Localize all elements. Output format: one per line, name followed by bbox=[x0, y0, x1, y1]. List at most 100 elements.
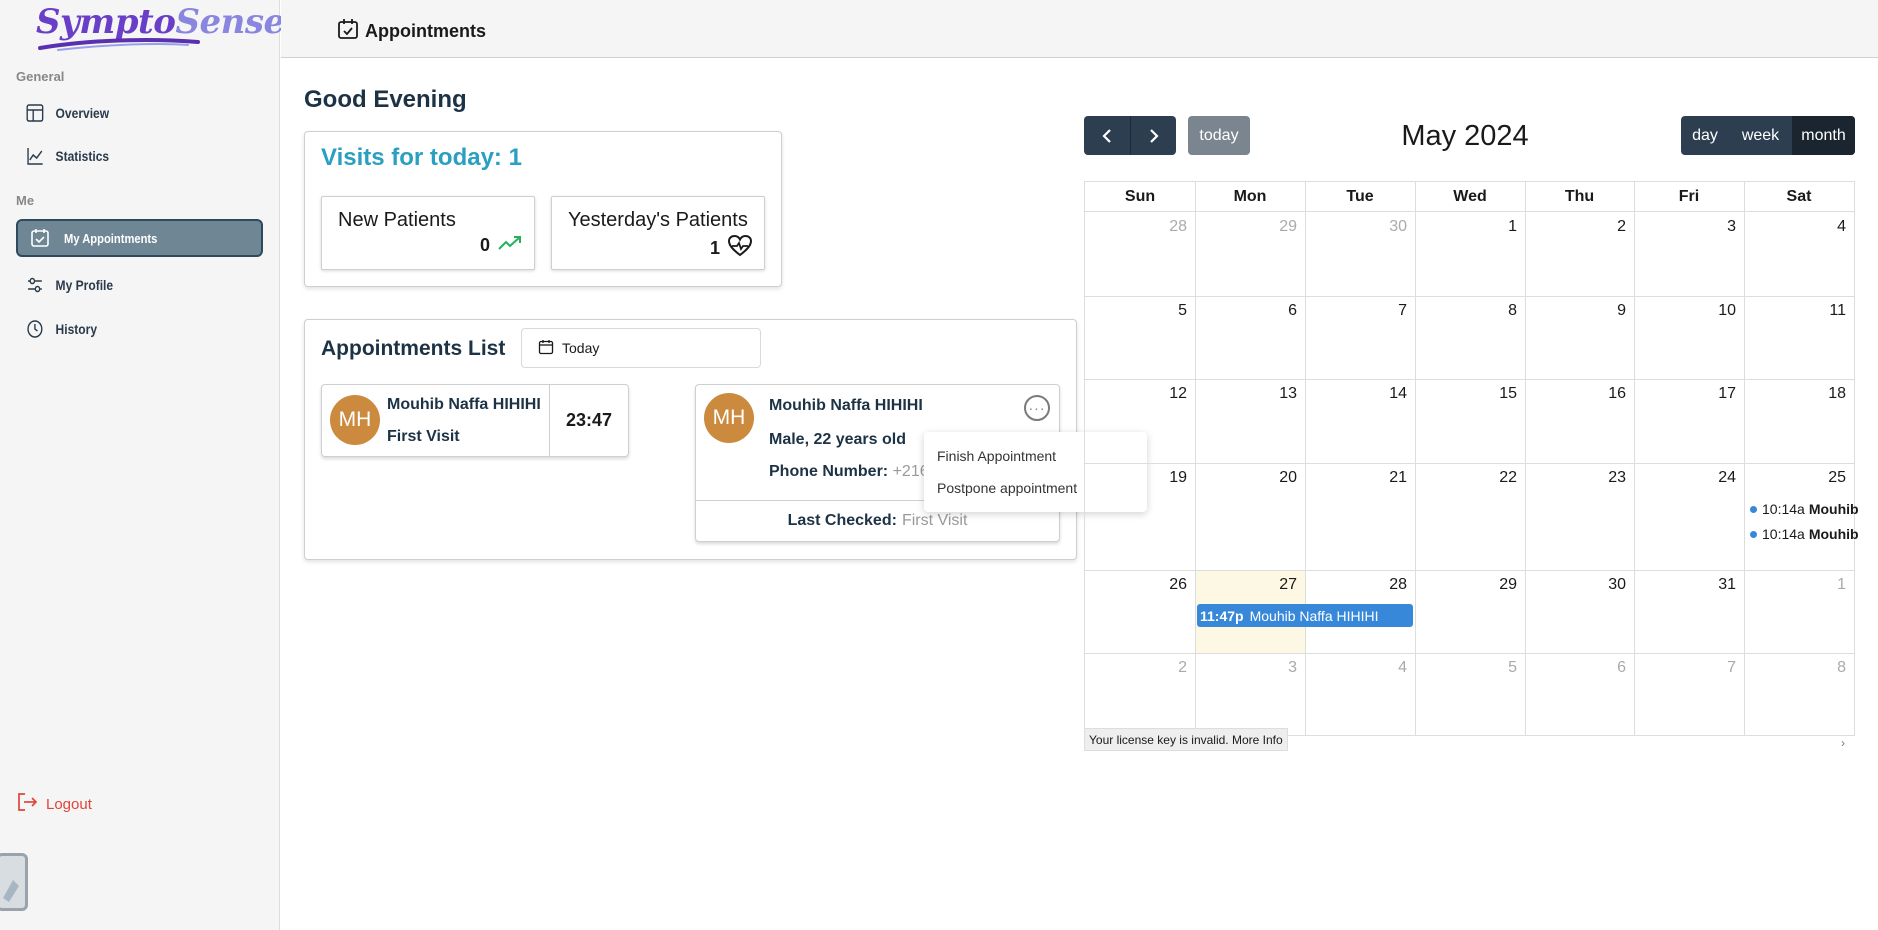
calendar-day[interactable]: 5 bbox=[1477, 659, 1517, 677]
event-title: Mouhib Naffa HIHIHI bbox=[1249, 607, 1379, 624]
heart-pulse-icon bbox=[727, 234, 753, 262]
scroll-right-icon[interactable]: › bbox=[1841, 736, 1845, 750]
sidebar-item-history[interactable]: History bbox=[16, 310, 228, 348]
sidebar-item-label: My Appointments bbox=[64, 230, 158, 246]
calendar-day[interactable]: 1 bbox=[1806, 576, 1846, 594]
calendar-day[interactable]: 20 bbox=[1257, 469, 1297, 487]
calendar-check-icon bbox=[30, 228, 50, 248]
patient-name: Mouhib Naffa HIHIHI bbox=[769, 397, 923, 414]
calendar-day[interactable]: 11 bbox=[1806, 302, 1846, 320]
chevron-right-icon bbox=[1149, 128, 1159, 143]
view-day-button[interactable]: day bbox=[1681, 116, 1729, 155]
sidebar-item-my-profile[interactable]: My Profile bbox=[16, 266, 228, 304]
stat-value: 0 bbox=[480, 235, 522, 256]
calendar-day[interactable]: 8 bbox=[1477, 302, 1517, 320]
event-time: 11:47p bbox=[1200, 607, 1244, 624]
calendar-day[interactable]: 28 bbox=[1367, 576, 1407, 594]
calendar-day[interactable]: 30 bbox=[1586, 576, 1626, 594]
ellipsis-icon: ··· bbox=[1028, 400, 1046, 416]
sidebar-item-my-appointments[interactable]: My Appointments bbox=[16, 219, 263, 257]
more-options-button[interactable]: ··· bbox=[1024, 395, 1050, 421]
calendar-day[interactable]: 15 bbox=[1477, 385, 1517, 403]
avatar: MH bbox=[704, 393, 754, 443]
calendar-day[interactable]: 4 bbox=[1367, 659, 1407, 677]
calendar-day[interactable]: 6 bbox=[1257, 302, 1297, 320]
calendar-day[interactable]: 29 bbox=[1477, 576, 1517, 594]
calendar-day[interactable]: 14 bbox=[1367, 385, 1407, 403]
calendar-day[interactable]: 6 bbox=[1586, 659, 1626, 677]
calendar-day[interactable]: 29 bbox=[1257, 218, 1297, 236]
calendar-day[interactable]: 28 bbox=[1147, 218, 1187, 236]
sidebar-item-label: My Profile bbox=[55, 277, 114, 293]
calendar-day[interactable]: 2 bbox=[1586, 218, 1626, 236]
calendar-day[interactable]: 19 bbox=[1147, 469, 1187, 487]
sidebar-item-statistics[interactable]: Statistics bbox=[16, 137, 228, 175]
calendar-day[interactable]: 24 bbox=[1696, 469, 1736, 487]
calendar-day[interactable]: 13 bbox=[1257, 385, 1297, 403]
event-time: 10:14a bbox=[1762, 501, 1805, 517]
calendar-day[interactable]: 4 bbox=[1806, 218, 1846, 236]
calendar-day[interactable]: 21 bbox=[1367, 469, 1407, 487]
calendar-check-icon bbox=[337, 18, 359, 45]
event-time: 10:14a bbox=[1762, 526, 1805, 542]
logout-button[interactable]: Logout bbox=[16, 792, 92, 816]
next-month-button[interactable] bbox=[1130, 116, 1176, 155]
last-checked-value: First Visit bbox=[901, 512, 968, 529]
weekday-thu: Thu bbox=[1564, 188, 1595, 205]
calendar-day[interactable]: 27 bbox=[1257, 576, 1297, 594]
appointments-list-title: Appointments List bbox=[321, 337, 506, 360]
calendar-day[interactable]: 26 bbox=[1147, 576, 1187, 594]
calendar-day[interactable]: 9 bbox=[1586, 302, 1626, 320]
calendar-day[interactable]: 3 bbox=[1696, 218, 1736, 236]
calendar-day[interactable]: 1 bbox=[1477, 218, 1517, 236]
license-notice[interactable]: Your license key is invalid. More Info bbox=[1084, 728, 1288, 751]
prev-month-button[interactable] bbox=[1084, 116, 1130, 155]
calendar-day[interactable]: 7 bbox=[1696, 659, 1736, 677]
view-month-button[interactable]: month bbox=[1792, 116, 1855, 155]
avatar: MH bbox=[330, 395, 380, 445]
patient-name: Mouhib Naffa HIHIHI bbox=[387, 396, 541, 413]
calendar-event[interactable]: 11:47p Mouhib Naffa HIHIHI bbox=[1197, 604, 1413, 627]
calendar-day[interactable]: 12 bbox=[1147, 385, 1187, 403]
clock-icon bbox=[26, 319, 43, 339]
calendar-day[interactable]: 23 bbox=[1586, 469, 1626, 487]
calendar-day[interactable]: 18 bbox=[1806, 385, 1846, 403]
grid-line bbox=[1085, 570, 1854, 571]
trending-up-icon bbox=[498, 235, 522, 256]
new-patients-stat: New Patients 0 bbox=[321, 196, 535, 270]
sidebar-item-overview[interactable]: Overview bbox=[16, 94, 228, 132]
grid-line bbox=[1085, 296, 1854, 297]
calendar-day[interactable]: 31 bbox=[1696, 576, 1736, 594]
date-filter-picker[interactable]: Today bbox=[521, 328, 761, 368]
calendar-event[interactable]: 10:14a Mouhib bbox=[1750, 501, 1858, 517]
appointment-card[interactable]: MH Mouhib Naffa HIHIHI First Visit 23:47 bbox=[321, 384, 629, 457]
visits-card: Visits for today: 1 New Patients 0 Yeste… bbox=[304, 131, 782, 287]
calendar-day[interactable]: 3 bbox=[1257, 659, 1297, 677]
calendar-day[interactable]: 2 bbox=[1147, 659, 1187, 677]
sidebar-item-label: History bbox=[55, 321, 98, 337]
view-week-button[interactable]: week bbox=[1729, 116, 1792, 155]
assistant-widget-button[interactable] bbox=[0, 853, 28, 911]
patient-gender-age: Male, 22 years old bbox=[769, 431, 906, 448]
calendar-day[interactable]: 8 bbox=[1806, 659, 1846, 677]
calendar-day[interactable]: 17 bbox=[1696, 385, 1736, 403]
calendar-day[interactable]: 25 bbox=[1806, 469, 1846, 487]
calendar-day[interactable]: 5 bbox=[1147, 302, 1187, 320]
calendar-day[interactable]: 10 bbox=[1696, 302, 1736, 320]
calendar-event[interactable]: 10:14a Mouhib bbox=[1750, 526, 1858, 542]
calendar-day[interactable]: 7 bbox=[1367, 302, 1407, 320]
stat-number: 0 bbox=[479, 235, 490, 255]
calendar-day[interactable]: 22 bbox=[1477, 469, 1517, 487]
sidebar: SymptoSense General Overview Statistics … bbox=[0, 0, 285, 930]
calendar-view-switcher: day week month bbox=[1681, 116, 1855, 155]
page-header: Appointments bbox=[337, 18, 486, 45]
grid-line bbox=[1085, 463, 1854, 464]
calendar-today-button[interactable]: today bbox=[1188, 116, 1250, 155]
grid-line bbox=[1085, 379, 1854, 380]
stat-value: 1 bbox=[709, 234, 753, 262]
stat-number: 1 bbox=[709, 238, 720, 258]
stat-label: Yesterday's Patients bbox=[568, 209, 748, 231]
weekday-tue: Tue bbox=[1346, 188, 1374, 205]
calendar-day[interactable]: 30 bbox=[1367, 218, 1407, 236]
calendar-day[interactable]: 16 bbox=[1586, 385, 1626, 403]
